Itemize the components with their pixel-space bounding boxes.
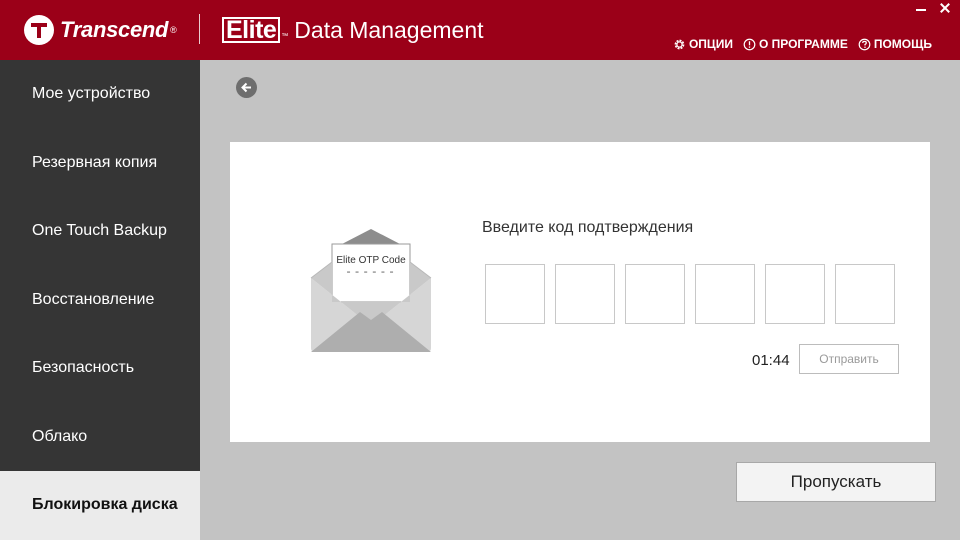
transcend-logo: Transcend ® xyxy=(24,14,177,46)
otp-prompt: Введите код подтверждения xyxy=(482,219,694,236)
otp-digit-3[interactable] xyxy=(625,264,685,324)
sidebar-item-label: Мое устройство xyxy=(32,85,151,103)
otp-digit-6[interactable] xyxy=(835,264,895,324)
sidebar-item-label: One Touch Backup xyxy=(32,222,167,240)
envelope-code-label: Elite OTP Code xyxy=(336,255,406,266)
sidebar-item-cloud[interactable]: Облако xyxy=(0,403,200,472)
options-label: ОПЦИИ xyxy=(688,37,733,51)
product-name: Data Management xyxy=(294,17,484,43)
help-label: ПОМОЩЬ xyxy=(873,37,932,51)
envelope-code-dashes: ------ xyxy=(345,267,397,279)
gear-icon xyxy=(674,39,685,49)
minimize-icon[interactable] xyxy=(916,3,926,13)
otp-digit-4[interactable] xyxy=(695,264,755,324)
otp-digit-5[interactable] xyxy=(765,264,825,324)
send-button[interactable]: Отправить xyxy=(799,344,899,374)
brand-registered-mark: ® xyxy=(170,25,177,35)
countdown-timer: 01:44 xyxy=(752,352,790,369)
options-link[interactable]: ОПЦИИ xyxy=(673,37,733,51)
skip-button[interactable]: Пропускать xyxy=(736,462,936,502)
sidebar-item-label: Резервная копия xyxy=(32,153,158,171)
otp-digit-2[interactable] xyxy=(555,264,615,324)
sidebar-item-label: Блокировка диска xyxy=(32,496,178,514)
sidebar: Мое устройство Резервная копия One Touch… xyxy=(0,60,200,540)
sidebar-item-label: Восстановление xyxy=(32,290,155,308)
product-title: Elite ™ Data Management xyxy=(222,16,484,45)
otp-card: Elite OTP Code ------ Введите код подтве… xyxy=(230,142,930,442)
arrow-left-icon xyxy=(241,82,251,93)
sidebar-item-label: Безопасность xyxy=(32,359,135,377)
header-divider xyxy=(199,14,200,44)
info-icon xyxy=(743,38,756,50)
sidebar-item-backup[interactable]: Резервная копия xyxy=(0,129,200,198)
about-label: О ПРОГРАММЕ xyxy=(758,37,848,51)
transcend-logo-icon xyxy=(24,15,54,45)
elite-logo: Elite xyxy=(222,16,281,45)
window-controls xyxy=(916,3,950,13)
close-icon[interactable] xyxy=(940,3,950,13)
about-link[interactable]: О ПРОГРАММЕ xyxy=(743,37,848,51)
brand-name: Transcend xyxy=(60,17,169,42)
sidebar-item-security[interactable]: Безопасность xyxy=(0,334,200,403)
sidebar-item-restore[interactable]: Восстановление xyxy=(0,266,200,335)
elite-logo-box: Elite xyxy=(222,17,281,43)
sidebar-item-one-touch-backup[interactable]: One Touch Backup xyxy=(0,197,200,266)
app-header: Transcend ® Elite ™ Data Management ОПЦИ… xyxy=(0,0,960,60)
sidebar-item-disk-lock[interactable]: Блокировка диска xyxy=(0,471,200,540)
sidebar-item-label: Облако xyxy=(32,427,88,445)
envelope-icon xyxy=(310,229,432,352)
back-button[interactable] xyxy=(236,77,257,98)
sidebar-item-my-device[interactable]: Мое устройство xyxy=(0,60,200,129)
otp-digit-1[interactable] xyxy=(485,264,545,324)
product-trademark: ™ xyxy=(281,33,289,40)
envelope-illustration: Elite OTP Code ------ xyxy=(310,228,432,354)
help-link[interactable]: ПОМОЩЬ xyxy=(858,37,932,51)
help-icon xyxy=(858,38,871,50)
top-nav: ОПЦИИ О ПРОГРАММЕ ПОМОЩЬ xyxy=(673,37,932,51)
otp-input-row xyxy=(485,264,895,324)
